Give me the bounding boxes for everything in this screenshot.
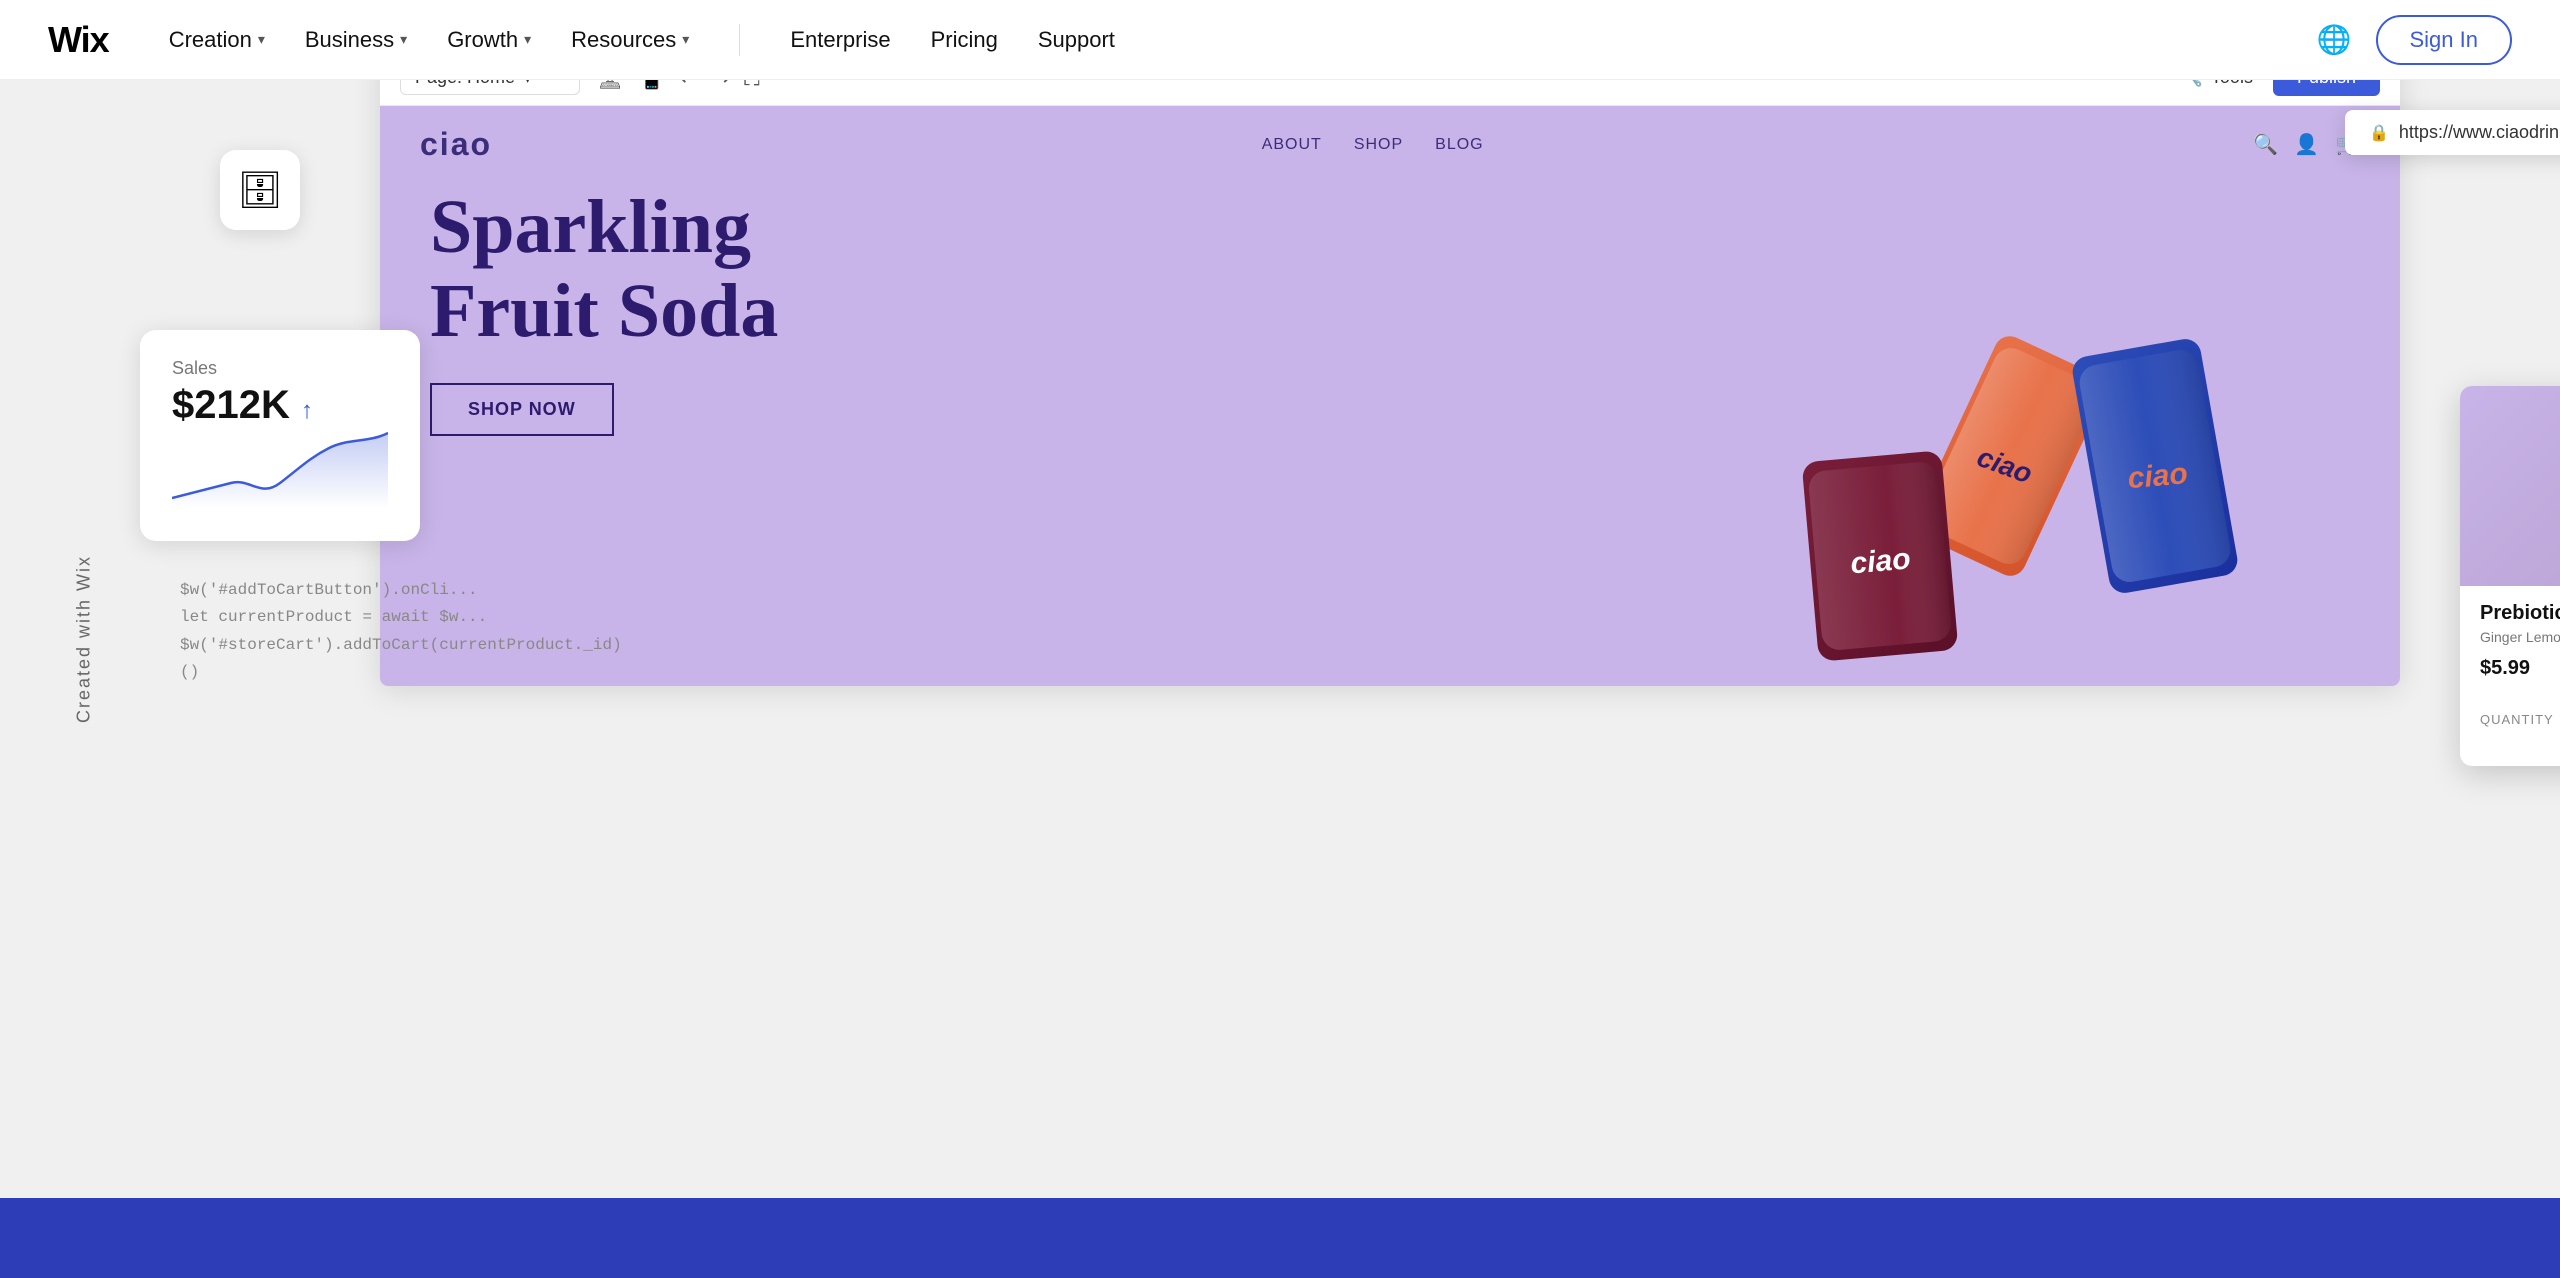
site-nav-blog[interactable]: BLOG <box>1435 136 1483 154</box>
nav-pricing[interactable]: Pricing <box>931 27 998 53</box>
sales-trend-icon: ↑ <box>301 397 313 424</box>
main-content: Created with Wix Page: Home ▾ 🖥 📱 ↩ ↪ ⛶ … <box>0 0 2560 1278</box>
footer-bar <box>0 1198 2560 1278</box>
quantity-label: QUANTITY <box>2480 712 2554 727</box>
site-logo: ciao <box>420 126 492 163</box>
nav-enterprise[interactable]: Enterprise <box>790 27 890 53</box>
navbar: Wix Creation ▾ Business ▾ Growth ▾ Resou… <box>0 0 2560 80</box>
nav-growth[interactable]: Growth ▾ <box>447 27 531 53</box>
product-image: ciao <box>2460 386 2560 586</box>
nav-resources[interactable]: Resources ▾ <box>571 27 689 53</box>
sales-chart <box>172 428 388 508</box>
site-nav-about[interactable]: ABOUT <box>1262 136 1322 154</box>
nav-creation[interactable]: Creation ▾ <box>169 27 265 53</box>
site-nav: ciao ABOUT SHOP BLOG 🔍 👤 🛒 <box>380 106 2400 183</box>
code-line-3: $w('#storeCart').addToCart(currentProduc… <box>180 632 622 659</box>
product-subtitle: Ginger Lemon Fresh Drink <box>2480 629 2560 645</box>
sign-in-button[interactable]: Sign In <box>2376 15 2513 65</box>
database-icon: 🗄 <box>237 169 283 211</box>
product-quantity-row: QUANTITY - 1 + Add to Cart <box>2460 692 2560 746</box>
svg-text:ciao: ciao <box>1849 542 1912 580</box>
chevron-down-icon: ▾ <box>682 31 689 48</box>
code-line-1: $w('#addToCartButton').onCli... <box>180 577 622 604</box>
created-with-wix-label: Created with Wix <box>74 555 95 723</box>
product-card: ciao Prebiotic Soda Ginger Lemon Fresh D… <box>2460 386 2560 766</box>
nav-divider <box>739 24 740 56</box>
chevron-down-icon: ▾ <box>400 31 407 48</box>
site-nav-shop[interactable]: SHOP <box>1354 136 1403 154</box>
nav-right: 🌐 Sign In <box>2317 15 2512 65</box>
wix-logo[interactable]: Wix <box>48 19 109 61</box>
chevron-down-icon: ▾ <box>258 31 265 48</box>
nav-business[interactable]: Business ▾ <box>305 27 407 53</box>
nav-links: Creation ▾ Business ▾ Growth ▾ Resources… <box>169 24 2317 56</box>
nav-support[interactable]: Support <box>1038 27 1115 53</box>
hero-title: SparklingFruit Soda <box>430 186 778 353</box>
site-preview: ciao ABOUT SHOP BLOG 🔍 👤 🛒 SparklingFrui… <box>380 106 2400 686</box>
editor-wrapper: Page: Home ▾ 🖥 📱 ↩ ↪ ⛶ 🔧 Tools Publish <box>380 50 2400 686</box>
shop-now-button[interactable]: SHOP NOW <box>430 383 614 436</box>
search-icon[interactable]: 🔍 <box>2253 132 2278 157</box>
sales-label: Sales <box>172 358 388 379</box>
code-line-4: () <box>180 659 622 686</box>
product-info: Prebiotic Soda Ginger Lemon Fresh Drink … <box>2460 586 2560 680</box>
globe-icon[interactable]: 🌐 <box>2317 23 2352 56</box>
dark-red-can: ciao <box>1802 450 1959 661</box>
svg-text:ciao: ciao <box>2126 457 2189 495</box>
site-nav-links: ABOUT SHOP BLOG <box>1262 136 1484 154</box>
product-price: $5.99 <box>2480 657 2560 680</box>
code-line-2: let currentProduct = await $w... <box>180 604 622 631</box>
chevron-down-icon: ▾ <box>524 31 531 48</box>
sales-card: Sales $212K ↑ <box>140 330 420 541</box>
sales-value: $212K ↑ <box>172 383 388 428</box>
url-text: https://www.ciaodrinks.com <box>2399 122 2560 143</box>
cans-area: ciao ciao <box>1600 106 2400 686</box>
url-bar: 🔒 https://www.ciaodrinks.com <box>2345 110 2560 155</box>
product-name: Prebiotic Soda <box>2480 602 2560 625</box>
lock-icon: 🔒 <box>2369 123 2389 143</box>
hero-text: SparklingFruit Soda SHOP NOW <box>430 186 778 436</box>
code-snippet: $w('#addToCartButton').onCli... let curr… <box>180 577 622 686</box>
database-card: 🗄 <box>220 150 300 230</box>
site-nav-icons: 🔍 👤 🛒 <box>2253 132 2360 157</box>
user-icon[interactable]: 👤 <box>2294 132 2319 157</box>
blue-can: ciao <box>2070 337 2240 596</box>
